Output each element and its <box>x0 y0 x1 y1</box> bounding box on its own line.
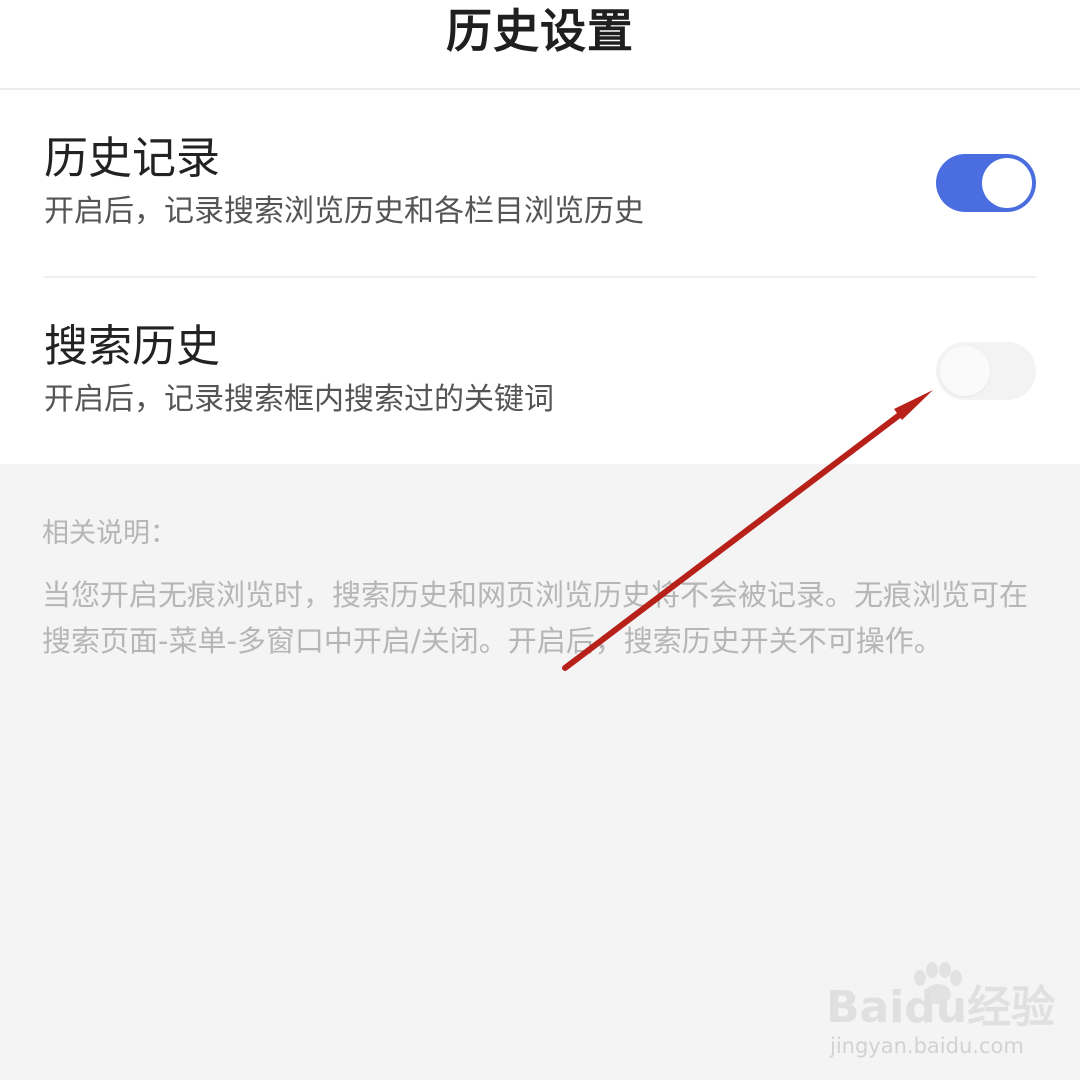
toggle-knob <box>940 346 990 396</box>
watermark-logo: Baidu经验 <box>826 982 1056 1033</box>
setting-description-history-record: 开启后，记录搜索浏览历史和各栏目浏览历史 <box>44 194 644 229</box>
page-title: 历史设置 <box>446 4 634 58</box>
notes-section: 相关说明： 当您开启无痕浏览时，搜索历史和网页浏览历史将不会被记录。无痕浏览可在… <box>42 512 1042 664</box>
toggle-knob <box>982 158 1032 208</box>
history-record-toggle[interactable] <box>936 154 1036 212</box>
notes-title: 相关说明： <box>42 518 177 549</box>
header-bar: 历史设置 <box>0 0 1080 90</box>
settings-list: 历史记录 开启后，记录搜索浏览历史和各栏目浏览历史 搜索历史 开启后，记录搜索框… <box>0 90 1080 464</box>
setting-row-history-record: 历史记录 开启后，记录搜索浏览历史和各栏目浏览历史 <box>0 90 1080 278</box>
setting-row-search-history: 搜索历史 开启后，记录搜索框内搜索过的关键词 <box>0 278 1080 464</box>
setting-title-search-history: 搜索历史 <box>44 321 220 372</box>
setting-description-search-history: 开启后，记录搜索框内搜索过的关键词 <box>44 382 554 417</box>
search-history-toggle[interactable] <box>936 342 1036 400</box>
setting-title-history-record: 历史记录 <box>44 133 220 184</box>
watermark-url: jingyan.baidu.com <box>830 1034 1024 1058</box>
notes-body: 当您开启无痕浏览时，搜索历史和网页浏览历史将不会被记录。无痕浏览可在搜索页面-菜… <box>42 578 1029 658</box>
watermark: Baidu经验 jingyan.baidu.com <box>826 962 1055 1062</box>
